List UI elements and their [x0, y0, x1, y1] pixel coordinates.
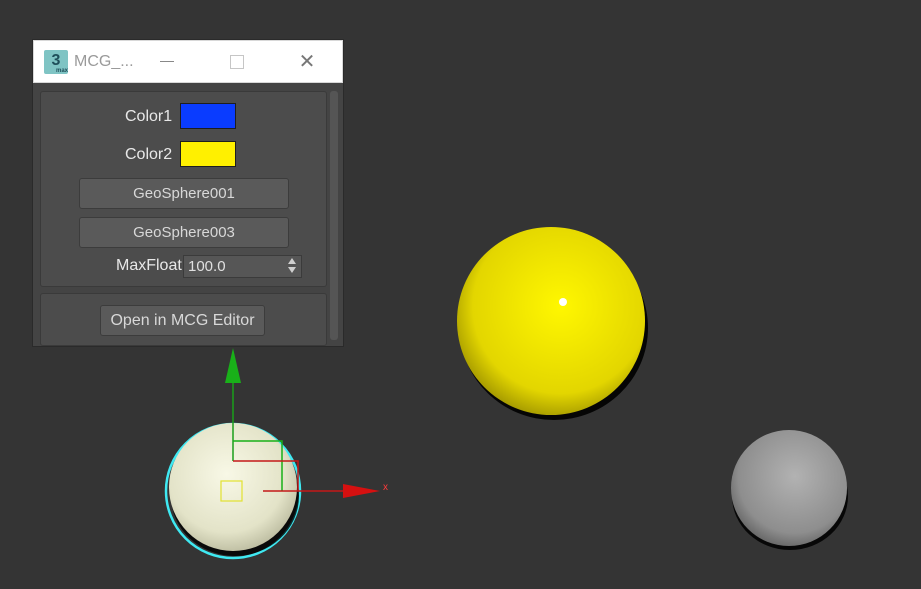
gray-sphere[interactable] — [731, 430, 848, 550]
color1-swatch[interactable] — [180, 103, 236, 129]
spinner-arrows-icon[interactable] — [288, 258, 297, 275]
maxfloat-value: 100.0 — [188, 258, 226, 275]
geosphere003-button[interactable]: GeoSphere003 — [79, 217, 289, 248]
close-button[interactable]: ✕ — [284, 47, 330, 77]
maxfloat-label: MaxFloat — [116, 257, 182, 274]
color2-swatch[interactable] — [180, 141, 236, 167]
maximize-icon — [230, 54, 244, 69]
yellow-sphere[interactable] — [457, 227, 648, 420]
open-mcg-editor-button[interactable]: Open in MCG Editor — [100, 305, 265, 336]
color1-label: Color1 — [125, 108, 173, 125]
x-axis-arrow[interactable] — [343, 484, 380, 498]
editor-group: Open in MCG Editor — [40, 293, 327, 346]
close-icon: ✕ — [298, 51, 316, 73]
geosphere001-button[interactable]: GeoSphere001 — [79, 178, 289, 209]
maxfloat-spinner[interactable]: 100.0 — [183, 255, 302, 278]
x-axis-label: x — [383, 482, 388, 493]
color2-label: Color2 — [125, 146, 173, 163]
minimize-icon — [160, 61, 174, 63]
mcg-panel-window: 3 max MCG_... ✕ Color1 Color2 GeoSphere00… — [33, 40, 343, 346]
title-bar[interactable]: 3 max MCG_... ✕ — [33, 40, 343, 83]
app-icon-text: 3 — [51, 52, 61, 69]
app-icon: 3 max — [44, 50, 68, 74]
maximize-button[interactable] — [214, 47, 260, 77]
parameters-group: Color1 Color2 GeoSphere001 GeoSphere003 … — [40, 91, 327, 287]
window-title: MCG_... — [74, 53, 134, 70]
minimize-button[interactable] — [144, 47, 190, 77]
y-axis-arrow[interactable] — [225, 348, 241, 383]
specular-highlight — [559, 298, 567, 306]
panel-scrollbar[interactable] — [330, 91, 338, 340]
